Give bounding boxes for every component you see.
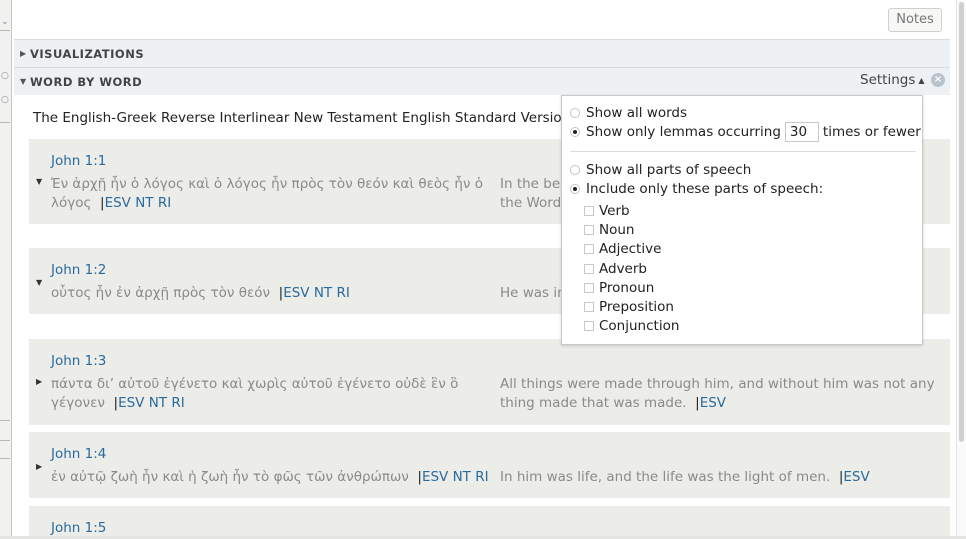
greek-words: ἐν αὐτῷ ζωὴ ἦν καὶ ἡ ζωὴ ἦν τὸ φῶς τῶν ἀ… [51, 469, 409, 485]
checkbox-label: Noun [599, 222, 635, 238]
scrollbar-thumb[interactable] [959, 2, 964, 442]
checkbox[interactable] [584, 244, 594, 254]
chevron-down-icon[interactable]: ⌄ [1, 18, 9, 27]
verse-reference-link[interactable]: John 1:4 [51, 446, 106, 462]
word-by-word-section-header[interactable]: ▼ WORD BY WORD [14, 67, 950, 95]
verse-reference-link[interactable]: John 1:2 [51, 262, 106, 278]
esv-link[interactable]: ESV [843, 469, 869, 485]
checkbox-label: Conjunction [599, 318, 680, 334]
english-words: In him was life, and the life was the li… [500, 469, 831, 485]
checkbox-label: Preposition [599, 299, 674, 315]
greek-text: Ἐν ἀρχῇ ἦν ὁ λόγος καὶ ὁ λόγος ἦν πρὸς τ… [51, 175, 491, 213]
triangle-down-icon[interactable]: ▼ [36, 278, 42, 287]
separator: | [690, 395, 700, 411]
lemma-count-input[interactable] [784, 122, 819, 142]
separator: | [274, 285, 284, 301]
notes-button[interactable]: Notes [888, 8, 942, 32]
circle-icon[interactable]: ○ [1, 96, 9, 105]
section-title: WORD BY WORD [30, 74, 143, 89]
show-only-lemmas-option[interactable]: Show only lemmas occurring times or fewe… [570, 122, 921, 142]
esv-link[interactable]: ESV [700, 395, 726, 411]
checkbox-label: Verb [599, 203, 630, 219]
verse-reference-link[interactable]: John 1:3 [51, 353, 106, 369]
ri-link[interactable]: ESV NT RI [283, 285, 350, 301]
separator: | [95, 195, 105, 211]
option-label: Show all words [586, 105, 687, 121]
settings-button[interactable]: Settings ▲ [860, 72, 925, 88]
ri-link[interactable]: ESV NT RI [422, 469, 489, 485]
option-label: times or fewer [822, 124, 921, 140]
checkbox[interactable] [584, 302, 594, 312]
greek-text: ἐν αὐτῷ ζωὴ ἦν καὶ ἡ ζωὴ ἦν τὸ φῶς τῶν ἀ… [51, 468, 511, 487]
radio-button-selected[interactable] [570, 184, 580, 194]
verse-row: John 1:4 ▶ ἐν αὐτῷ ζωὴ ἦν καὶ ἡ ζωὴ ἦν τ… [29, 432, 950, 498]
divider [0, 122, 10, 123]
verse-row: John 1:5 [29, 506, 950, 536]
settings-popup: Show all words Show only lemmas occurrin… [561, 95, 923, 345]
verse-reference-link[interactable]: John 1:1 [51, 153, 106, 169]
triangle-right-icon[interactable]: ▶ [36, 377, 42, 386]
triangle-up-icon: ▲ [918, 75, 925, 85]
resource-title: The English-Greek Reverse Interlinear Ne… [33, 110, 571, 126]
visualizations-section-header[interactable]: ▶ VISUALIZATIONS [14, 39, 950, 67]
left-panel-edge: ⌄ ○ ○ [0, 0, 12, 539]
greek-text: πάντα δι’ αὐτοῦ ἐγένετο καὶ χωρὶς αὐτοῦ … [51, 375, 491, 413]
close-icon[interactable]: × [931, 73, 945, 87]
triangle-right-icon: ▶ [20, 49, 27, 58]
verse-row: John 1:3 ▶ πάντα δι’ αὐτοῦ ἐγένετο καὶ χ… [29, 339, 950, 425]
checkbox-label: Pronoun [599, 280, 655, 296]
triangle-down-icon: ▼ [20, 77, 27, 86]
show-all-parts-option[interactable]: Show all parts of speech [570, 162, 751, 178]
ri-link[interactable]: ESV NT RI [118, 395, 185, 411]
pos-checkbox-preposition[interactable]: Preposition [584, 299, 674, 315]
divider [0, 30, 10, 31]
pos-checkbox-conjunction[interactable]: Conjunction [584, 318, 679, 334]
english-text: In him was life, and the life was the li… [500, 468, 940, 487]
pos-checkbox-verb[interactable]: Verb [584, 203, 630, 219]
radio-button[interactable] [570, 165, 580, 175]
verse-reference-link[interactable]: John 1:5 [51, 520, 106, 536]
ri-link[interactable]: ESV NT RI [105, 195, 172, 211]
checkbox-label: Adverb [599, 261, 647, 277]
checkbox[interactable] [584, 206, 594, 216]
pos-checkbox-adverb[interactable]: Adverb [584, 261, 647, 277]
english-text: All things were made through him, and wi… [500, 375, 940, 413]
separator: | [413, 469, 422, 485]
greek-words: οὗτος ἦν ἐν ἀρχῇ πρὸς τὸν θεόν [51, 285, 271, 301]
pos-checkbox-adjective[interactable]: Adjective [584, 241, 661, 257]
include-only-parts-option[interactable]: Include only these parts of speech: [570, 181, 823, 197]
checkbox[interactable] [584, 321, 594, 331]
settings-label: Settings [860, 72, 916, 88]
checkbox-label: Adjective [599, 241, 662, 257]
english-words: He was in [500, 285, 566, 301]
option-label: Show all parts of speech [586, 162, 752, 178]
section-title: VISUALIZATIONS [30, 46, 145, 61]
pos-checkbox-noun[interactable]: Noun [584, 222, 634, 238]
checkbox[interactable] [584, 264, 594, 274]
option-label: Show only lemmas occurring [586, 124, 781, 140]
divider [0, 458, 10, 459]
option-label: Include only these parts of speech: [586, 181, 824, 197]
vertical-scrollbar[interactable] [956, 0, 966, 539]
divider [0, 440, 10, 441]
triangle-right-icon[interactable]: ▼ [36, 177, 42, 186]
triangle-right-icon[interactable]: ▶ [36, 462, 42, 471]
checkbox[interactable] [584, 283, 594, 293]
divider [570, 151, 916, 152]
radio-button[interactable] [570, 108, 580, 118]
divider [0, 420, 10, 421]
greek-text: οὗτος ἦν ἐν ἀρχῇ πρὸς τὸν θεόν |ESV NT R… [51, 284, 491, 303]
pos-checkbox-pronoun[interactable]: Pronoun [584, 280, 654, 296]
show-all-words-option[interactable]: Show all words [570, 105, 687, 121]
separator: | [109, 395, 119, 411]
radio-button-selected[interactable] [570, 127, 580, 137]
circle-icon[interactable]: ○ [1, 72, 9, 81]
checkbox[interactable] [584, 225, 594, 235]
